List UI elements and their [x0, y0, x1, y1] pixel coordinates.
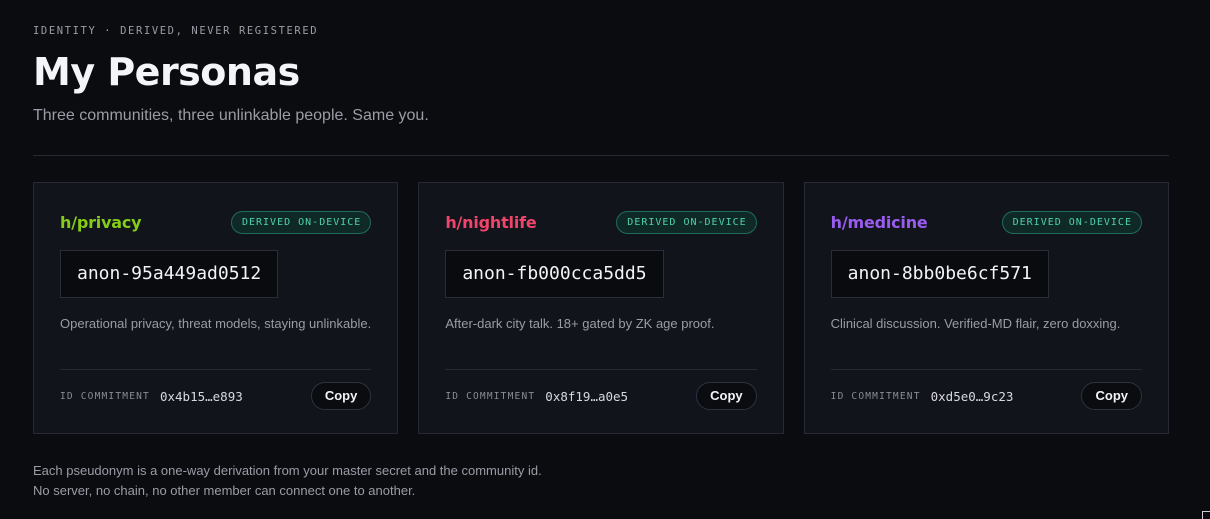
derived-badge: DERIVED ON-DEVICE	[1001, 210, 1142, 234]
footnote: Each pseudonym is a one-way derivation f…	[33, 461, 542, 501]
persona-handle: anon-8bb0be6cf571	[830, 250, 1049, 298]
commitment-label: ID COMMITMENT	[60, 390, 150, 402]
commitment-value: 0x8f19…a0e5	[545, 388, 629, 404]
persona-handle: anon-95a449ad0512	[60, 250, 279, 298]
community-name[interactable]: h/medicine	[831, 213, 928, 232]
derived-badge: DERIVED ON-DEVICE	[616, 210, 757, 234]
card-header: h/privacy DERIVED ON-DEVICE	[60, 209, 372, 235]
id-commitment: ID COMMITMENT 0x4b15…e893	[60, 389, 243, 404]
persona-card-medicine: h/medicine DERIVED ON-DEVICE anon-8bb0be…	[803, 182, 1169, 434]
card-footer: ID COMMITMENT 0x4b15…e893 Copy	[60, 369, 372, 410]
persona-description: Clinical discussion. Verified-MD flair, …	[830, 316, 1121, 331]
persona-description: Operational privacy, threat models, stay…	[60, 316, 372, 331]
persona-description: After-dark city talk. 18+ gated by ZK ag…	[445, 316, 715, 331]
id-commitment: ID COMMITMENT 0xd5e0…9c23	[831, 389, 1014, 404]
id-commitment: ID COMMITMENT 0x8f19…a0e5	[445, 389, 628, 404]
persona-cards: h/privacy DERIVED ON-DEVICE anon-95a449a…	[33, 182, 1169, 434]
community-name[interactable]: h/privacy	[60, 213, 142, 232]
copy-button[interactable]: Copy	[696, 382, 757, 410]
footnote-line-2: No server, no chain, no other member can…	[33, 483, 416, 498]
card-header: h/nightlife DERIVED ON-DEVICE	[445, 209, 757, 235]
section-eyebrow: IDENTITY · DERIVED, NEVER REGISTERED	[33, 25, 319, 37]
derived-badge: DERIVED ON-DEVICE	[230, 210, 372, 234]
card-footer: ID COMMITMENT 0xd5e0…9c23 Copy	[830, 369, 1142, 410]
card-footer: ID COMMITMENT 0x8f19…a0e5 Copy	[445, 369, 757, 410]
commitment-label: ID COMMITMENT	[445, 390, 536, 402]
resize-handle[interactable]	[1202, 511, 1210, 519]
card-header: h/medicine DERIVED ON-DEVICE	[831, 209, 1142, 235]
copy-button[interactable]: Copy	[310, 382, 372, 410]
footnote-line-1: Each pseudonym is a one-way derivation f…	[33, 463, 542, 478]
persona-card-privacy: h/privacy DERIVED ON-DEVICE anon-95a449a…	[33, 182, 399, 434]
personas-page: IDENTITY · DERIVED, NEVER REGISTERED My …	[0, 0, 1210, 519]
page-title: My Personas	[33, 50, 300, 94]
commitment-label: ID COMMITMENT	[830, 390, 921, 402]
commitment-value: 0x4b15…e893	[159, 388, 243, 404]
persona-card-nightlife: h/nightlife DERIVED ON-DEVICE anon-fb000…	[418, 182, 784, 434]
persona-handle: anon-fb000cca5dd5	[445, 250, 664, 298]
community-name[interactable]: h/nightlife	[445, 213, 536, 232]
header-divider	[33, 155, 1169, 156]
commitment-value: 0xd5e0…9c23	[930, 388, 1014, 404]
copy-button[interactable]: Copy	[1081, 382, 1142, 410]
page-subtitle: Three communities, three unlinkable peop…	[33, 107, 429, 124]
